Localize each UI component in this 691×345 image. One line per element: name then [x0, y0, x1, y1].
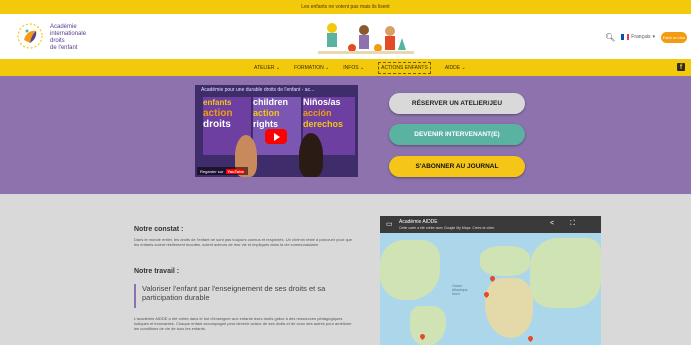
map-legend-icon[interactable]: ▭: [386, 220, 393, 228]
video-title[interactable]: Académie pour une durable droits de l'en…: [201, 87, 314, 93]
map-land-africa: [485, 278, 533, 338]
french-flag-icon: [621, 34, 630, 40]
brand-name[interactable]: Académie internationale droits de l'enfa…: [50, 24, 86, 52]
watch-label: Regarder sur: [200, 168, 224, 174]
poster-word: Niños/as: [303, 97, 341, 107]
constat-paragraph: Dans le monde entier, les droits de l'en…: [134, 237, 352, 247]
become-speaker-button[interactable]: DEVENIR INTERVENANT(E): [389, 124, 525, 145]
ocean-label: Océan Atlantique Nord: [452, 284, 468, 296]
watch-on-youtube-link[interactable]: Regarder sur YouTube: [197, 167, 248, 175]
mission-quote: Valoriser l'enfant par l'enseignement de…: [134, 284, 354, 308]
main-content: Notre constat : Dans le monde entier, le…: [0, 194, 691, 345]
poster-word: children: [253, 97, 289, 107]
map-pin-icon[interactable]: [526, 334, 535, 343]
fullscreen-icon[interactable]: ⛶: [570, 220, 575, 228]
poster-word: acción: [303, 108, 332, 118]
map-land-south-america: [410, 306, 446, 345]
announcement-text: Les enfants ne votent pas mais ils lisen…: [301, 4, 390, 10]
nav-item-atelier[interactable]: ATELIER ⌄: [254, 65, 280, 71]
google-map-embed[interactable]: Océan Atlantique Nord ▭ Académie AIDDE C…: [380, 216, 601, 345]
site-header: Académie internationale droits de l'enfa…: [0, 14, 691, 59]
play-icon[interactable]: [265, 129, 287, 144]
presenter-right: [299, 133, 323, 177]
main-navigation: ATELIER ⌄ FORMATION ⌄ INFOS ⌄ ACTIONS EN…: [0, 59, 691, 76]
map-land-europe: [480, 246, 530, 276]
youtube-logo-icon: YouTube: [226, 168, 245, 174]
video-poster-panel: children action rights: [253, 97, 301, 155]
map-land-americas: [380, 240, 440, 300]
hero-section: enfants action droits children action ri…: [0, 76, 691, 194]
brand-line: de l'enfant: [50, 45, 78, 51]
poster-word: enfants: [203, 98, 232, 107]
aidde-paragraph: L'académie AIDDE a été créée dans le but…: [134, 316, 352, 331]
brand-line: internationale: [50, 31, 87, 37]
language-label: Français: [631, 34, 651, 40]
subscribe-journal-button[interactable]: S'ABONNER AU JOURNAL: [389, 156, 525, 177]
map-land-asia: [530, 238, 601, 308]
map-subtitle[interactable]: Cette carte a été créée avec Google My M…: [399, 226, 495, 230]
nav-item-infos[interactable]: INFOS ⌄: [343, 65, 364, 71]
ocean-label-line: Nord: [452, 292, 460, 296]
academy-logo-icon[interactable]: [16, 22, 44, 50]
language-selector[interactable]: Français ▾: [621, 34, 655, 40]
youtube-video-embed[interactable]: enfants action droits children action ri…: [195, 85, 358, 177]
brand-line: Académie: [50, 24, 77, 30]
map-header: ▭ Académie AIDDE Cette carte a été créée…: [380, 216, 601, 233]
chevron-down-icon: ▾: [652, 34, 655, 40]
poster-word: droits: [203, 119, 231, 130]
travail-heading: Notre travail :: [134, 268, 180, 275]
children-illustration-icon: [318, 23, 414, 54]
nav-item-formation[interactable]: FORMATION ⌄: [294, 65, 329, 71]
search-icon[interactable]: 🔍︎: [605, 33, 615, 42]
nav-item-actions-enfants[interactable]: ACTIONS ENFANTS: [378, 61, 431, 74]
donate-button[interactable]: Faire un don: [661, 31, 687, 43]
poster-word: action: [203, 108, 233, 119]
facebook-icon[interactable]: f: [677, 63, 685, 71]
constat-heading: Notre constat :: [134, 226, 184, 233]
book-workshop-button[interactable]: RÉSERVER UN ATELIER/JEU: [389, 93, 525, 114]
poster-word: action: [253, 108, 280, 118]
poster-word: derechos: [303, 119, 344, 129]
map-title[interactable]: Académie AIDDE: [399, 219, 438, 225]
share-icon[interactable]: <: [550, 220, 554, 227]
brand-line: droits: [50, 38, 65, 44]
announcement-bar: Les enfants ne votent pas mais ils lisen…: [0, 0, 691, 14]
nav-item-aidde[interactable]: AIDDE ⌄: [445, 65, 466, 71]
